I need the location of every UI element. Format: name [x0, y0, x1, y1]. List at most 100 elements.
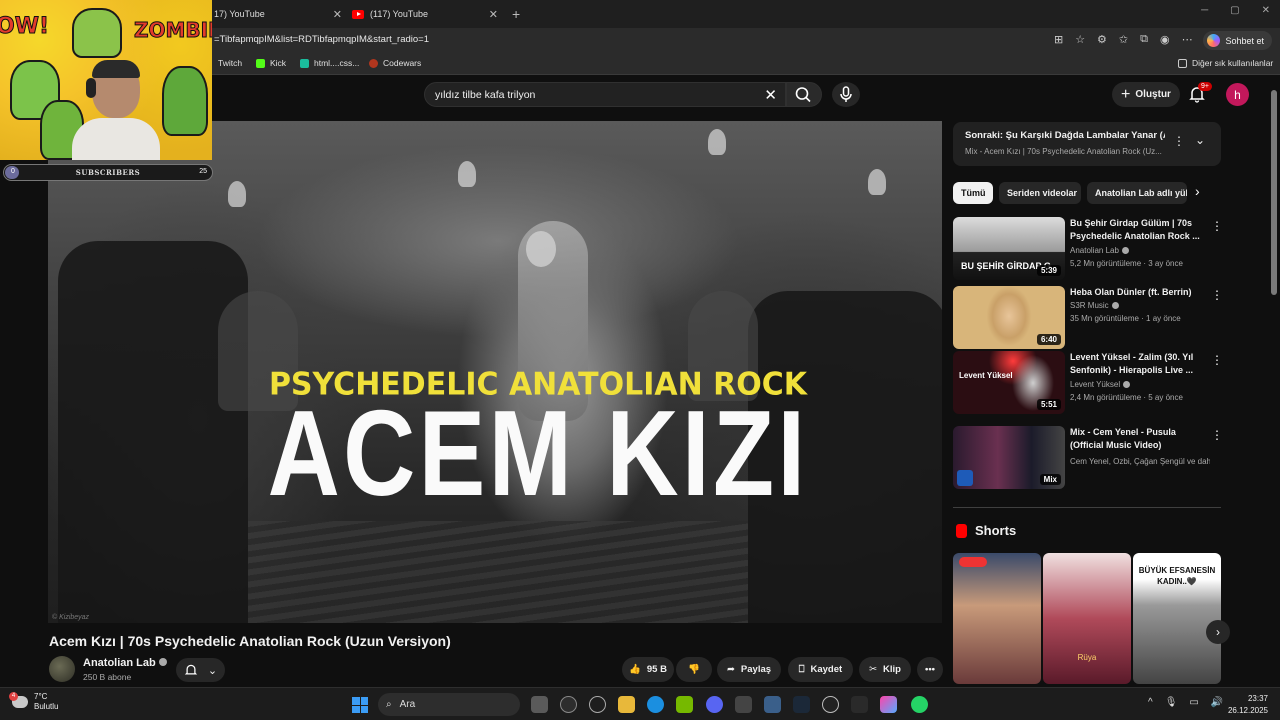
other-bookmarks-folder[interactable]: Diğer sık kullanılanlar	[1178, 58, 1273, 68]
other-bookmarks-label: Diğer sık kullanılanlar	[1192, 58, 1274, 68]
more-vert-icon[interactable]: ⋮	[1211, 353, 1223, 367]
file-explorer-icon[interactable]	[618, 696, 635, 713]
chip-all[interactable]: Tümü	[953, 182, 993, 204]
taskbar-search-label: Ara	[399, 699, 416, 710]
task-view-icon[interactable]	[531, 696, 548, 713]
mix-badge: Mix	[1039, 474, 1061, 485]
figma-icon[interactable]	[880, 696, 897, 713]
chevron-right-icon[interactable]: ›	[1195, 183, 1200, 199]
like-button[interactable]: 👍 95 B	[622, 657, 674, 682]
volume-icon[interactable]: 🔊	[1211, 697, 1223, 708]
more-vert-icon[interactable]: ⋮	[1211, 219, 1223, 233]
discord-icon[interactable]	[706, 696, 723, 713]
more-vert-icon[interactable]: ⋮	[1211, 428, 1223, 442]
video-player[interactable]: PSYCHEDELIC ANATOLIAN ROCK ACEM KIZI © K…	[48, 121, 942, 623]
wooden-floor	[248, 521, 748, 623]
copilot-button[interactable]: Sohbet et	[1203, 31, 1272, 50]
close-tab-icon[interactable]: ✕	[333, 8, 342, 21]
account-avatar[interactable]: h	[1226, 83, 1249, 106]
close-window-icon[interactable]: ✕	[1262, 5, 1270, 16]
weather-widget[interactable]: 4 7°C Bulutlu	[9, 692, 58, 712]
snipping-tool-icon[interactable]	[735, 696, 752, 713]
chevron-down-icon[interactable]: ⌄	[1195, 133, 1205, 147]
bookmark-codewars[interactable]: Codewars	[369, 58, 421, 68]
notifications-button[interactable]: 9+	[1188, 82, 1212, 105]
microphone-icon[interactable]: 🎙	[1165, 697, 1178, 708]
browser-tab[interactable]: 17) YouTube ✕	[214, 4, 342, 24]
app-icon[interactable]	[764, 696, 781, 713]
taskbar-search[interactable]: ⌕ Ara	[378, 693, 520, 716]
short-item[interactable]	[953, 553, 1041, 684]
subscription-notification-button[interactable]: ⌄	[176, 658, 225, 682]
dislike-button[interactable]: 👎	[676, 657, 712, 682]
plus-icon: +	[1121, 85, 1131, 103]
steam-icon[interactable]	[793, 696, 810, 713]
shorts-title: Shorts	[975, 523, 1017, 538]
save-button[interactable]: ⎕ Kaydet	[788, 657, 853, 682]
more-options-icon[interactable]: ⋯	[1182, 33, 1193, 46]
headphones-icon	[86, 78, 96, 98]
short-item[interactable]: BÜYÜK EFSANESİN KADIN..🖤	[1133, 553, 1221, 684]
nvidia-icon[interactable]	[676, 696, 693, 713]
recommendation-item[interactable]: Levent Yüksel 5:51 Levent Yüksel - Zalim…	[953, 351, 1223, 415]
chip-channel[interactable]: Anatolian Lab adlı yük	[1087, 182, 1187, 204]
extensions-icon[interactable]: ⚙	[1097, 33, 1107, 46]
chevron-up-icon[interactable]: ^	[1148, 697, 1153, 708]
bookmark-kick[interactable]: Kick	[256, 58, 286, 68]
search-input[interactable]: yıldız tilbe kafa trilyon	[435, 89, 535, 101]
shorts-next-button[interactable]: ›	[1206, 620, 1230, 644]
video-title: Heba Olan Dünler (ft. Berrin)	[1070, 287, 1192, 297]
bookmark-label: Twitch	[218, 58, 243, 68]
channel-name[interactable]: Anatolian Lab	[83, 657, 167, 669]
profile-icon[interactable]: ◉	[1160, 33, 1170, 46]
clip-button[interactable]: ✂ Klip	[859, 657, 911, 682]
favorite-star-icon[interactable]: ☆	[1075, 33, 1085, 46]
app-available-icon[interactable]: ⊞	[1054, 33, 1063, 46]
window-controls: ─ ▢ ✕	[1201, 5, 1270, 16]
minimize-icon[interactable]: ─	[1201, 5, 1208, 16]
display-icon[interactable]: ▭	[1189, 697, 1198, 708]
collections-icon[interactable]: ⧉	[1140, 33, 1148, 46]
whatsapp-icon[interactable]	[911, 696, 928, 713]
more-actions-button[interactable]: •••	[917, 657, 943, 682]
more-vert-icon[interactable]: ⋮	[1173, 134, 1185, 148]
bookmark-twitch[interactable]: Twitch	[218, 58, 242, 68]
channel-name: Anatolian Lab	[1070, 246, 1210, 255]
favorites-icon[interactable]: ✩	[1119, 33, 1128, 46]
voice-search-button[interactable]	[832, 82, 860, 107]
chatgpt-icon[interactable]	[589, 696, 606, 713]
overlay-pow-text: OW!	[0, 14, 50, 40]
search-button[interactable]	[786, 82, 822, 107]
more-vert-icon[interactable]: ⋮	[1211, 288, 1223, 302]
start-button[interactable]	[352, 697, 368, 713]
share-button[interactable]: ➦ Paylaş	[717, 657, 781, 682]
page-scrollbar[interactable]	[1268, 76, 1280, 686]
new-tab-button[interactable]: +	[512, 4, 520, 24]
media-player-icon[interactable]	[851, 696, 868, 713]
bookmark-html-css[interactable]: html....css...	[300, 58, 359, 68]
search-box[interactable]: yıldız tilbe kafa trilyon ✕	[424, 82, 786, 107]
copilot-app-icon[interactable]	[560, 696, 577, 713]
like-count: 95 B	[646, 664, 667, 675]
short-item[interactable]: Rüya	[1043, 553, 1131, 684]
artist-watermark: © Kizibeyaz	[52, 614, 90, 621]
browser-tab[interactable]: (117) YouTube ✕	[352, 4, 498, 24]
scrollbar-thumb[interactable]	[1271, 90, 1277, 295]
url-field[interactable]: =TibfapmqpIM&list=RDTibfapmqpIM&start_ra…	[214, 34, 429, 45]
mix-playlist-panel[interactable]: Sonraki: Şu Karşıki Dağda Lambalar Yanar…	[953, 122, 1221, 166]
recommendation-item[interactable]: Mix Mix - Cem Yenel - Pusula (Official M…	[953, 426, 1223, 490]
clock-date: 26.12.2025	[1227, 706, 1268, 715]
webcam-overlay: OW! ZOMBIE!	[0, 0, 212, 160]
channel-avatar[interactable]	[49, 656, 75, 682]
recommendation-item[interactable]: BU ŞEHİR GİRDAP G 5:39 Bu Şehir Girdap G…	[953, 217, 1223, 281]
close-tab-icon[interactable]: ✕	[489, 8, 498, 21]
taskbar-clock[interactable]: 23:37 26.12.2025	[1228, 693, 1268, 717]
clear-search-icon[interactable]: ✕	[764, 86, 777, 104]
recommendation-item[interactable]: 6:40 Heba Olan Dünler (ft. Berrin) S3R M…	[953, 286, 1223, 350]
create-button[interactable]: + Oluştur	[1112, 82, 1180, 107]
channel-name: Cem Yenel, Ozbi, Çağan Şengül ve daha f.…	[1070, 457, 1210, 466]
obs-icon[interactable]	[822, 696, 839, 713]
chip-series[interactable]: Seriden videolar	[999, 182, 1081, 204]
maximize-icon[interactable]: ▢	[1230, 5, 1239, 16]
edge-icon[interactable]	[647, 696, 664, 713]
